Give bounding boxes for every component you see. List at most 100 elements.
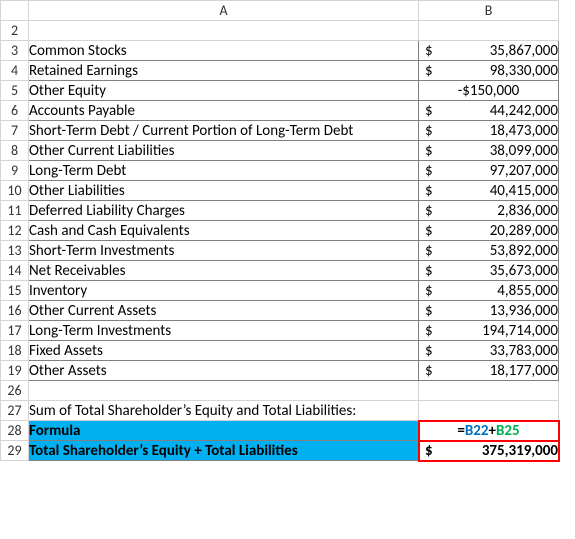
value-text: 20,289,000 <box>490 222 558 240</box>
row-header[interactable]: 5 <box>1 81 29 101</box>
label-cell[interactable]: Other Current Liabilities <box>29 141 419 161</box>
row-header[interactable]: 8 <box>1 141 29 161</box>
select-all-corner[interactable] <box>1 1 29 21</box>
dollar-icon: $ <box>425 122 433 140</box>
dollar-icon: $ <box>425 202 433 220</box>
dollar-icon: $ <box>425 62 433 80</box>
label-cell[interactable]: Retained Earnings <box>29 61 419 81</box>
formula-plus: + <box>489 422 496 440</box>
row-header[interactable]: 2 <box>1 21 29 41</box>
row-header[interactable]: 16 <box>1 301 29 321</box>
label-cell[interactable]: Other Liabilities <box>29 181 419 201</box>
formula-label-cell[interactable]: Formula <box>29 421 419 441</box>
label-cell[interactable] <box>29 21 419 41</box>
value-cell[interactable]: $53,892,000 <box>419 241 559 261</box>
value-cell[interactable]: $98,330,000 <box>419 61 559 81</box>
formula-equals: = <box>457 422 464 440</box>
row-header[interactable]: 11 <box>1 201 29 221</box>
value-cell[interactable]: $4,855,000 <box>419 281 559 301</box>
value-text: 33,783,000 <box>490 342 558 360</box>
sum-description-cell[interactable]: Sum of Total Shareholder’s Equity and To… <box>29 401 419 421</box>
dollar-icon: $ <box>425 142 433 160</box>
row-header[interactable]: 19 <box>1 361 29 381</box>
label-cell[interactable]: Common Stocks <box>29 41 419 61</box>
value-cell[interactable]: $194,714,000 <box>419 321 559 341</box>
row-header[interactable]: 15 <box>1 281 29 301</box>
dollar-icon: $ <box>425 342 433 360</box>
label-cell[interactable]: Short-Term Debt / Current Portion of Lon… <box>29 121 419 141</box>
value-text: 35,867,000 <box>490 42 558 60</box>
dollar-icon: $ <box>425 242 433 260</box>
value-text: 18,177,000 <box>490 362 558 380</box>
value-cell[interactable]: $18,473,000 <box>419 121 559 141</box>
label-cell[interactable]: Cash and Cash Equivalents <box>29 221 419 241</box>
label-cell[interactable]: Long-Term Debt <box>29 161 419 181</box>
dollar-icon: $ <box>425 442 433 460</box>
value-cell[interactable]: $33,783,000 <box>419 341 559 361</box>
value-cell[interactable]: $18,177,000 <box>419 361 559 381</box>
value-text: 97,207,000 <box>490 162 558 180</box>
row-header[interactable]: 9 <box>1 161 29 181</box>
column-header-b[interactable]: B <box>419 1 559 21</box>
value-cell[interactable]: $2,836,000 <box>419 201 559 221</box>
value-text: 40,415,000 <box>490 182 558 200</box>
row-header[interactable]: 7 <box>1 121 29 141</box>
row-header[interactable]: 29 <box>1 441 29 461</box>
formula-cell[interactable]: =B22+B25 <box>419 421 559 441</box>
label-cell[interactable]: Other Current Assets <box>29 301 419 321</box>
label-cell[interactable]: Long-Term Investments <box>29 321 419 341</box>
value-text: 35,673,000 <box>490 262 558 280</box>
value-text: 18,473,000 <box>490 122 558 140</box>
total-value-cell[interactable]: $ 375,319,000 <box>419 441 559 461</box>
row-header[interactable]: 4 <box>1 61 29 81</box>
total-label-cell[interactable]: Total Shareholder’s Equity + Total Liabi… <box>29 441 419 461</box>
row-header[interactable]: 26 <box>1 381 29 401</box>
value-cell[interactable]: $35,673,000 <box>419 261 559 281</box>
value-cell[interactable]: $38,099,000 <box>419 141 559 161</box>
label-cell[interactable]: Net Receivables <box>29 261 419 281</box>
cell-ref-b25: B25 <box>496 422 520 440</box>
column-header-a[interactable]: A <box>29 1 419 21</box>
row-header[interactable]: 6 <box>1 101 29 121</box>
label-cell[interactable]: Accounts Payable <box>29 101 419 121</box>
label-cell[interactable]: Other Assets <box>29 361 419 381</box>
label-cell[interactable]: Inventory <box>29 281 419 301</box>
value-cell[interactable]: $44,242,000 <box>419 101 559 121</box>
dollar-icon: $ <box>425 102 433 120</box>
cell[interactable] <box>419 401 559 421</box>
value-text: 98,330,000 <box>490 62 558 80</box>
value-cell[interactable] <box>419 21 559 41</box>
row-header[interactable]: 13 <box>1 241 29 261</box>
value-text: 194,714,000 <box>482 322 558 340</box>
row-header[interactable]: 14 <box>1 261 29 281</box>
cell[interactable] <box>29 381 419 401</box>
value-text: 44,242,000 <box>490 102 558 120</box>
value-text: 2,836,000 <box>497 202 558 220</box>
label-cell[interactable]: Other Equity <box>29 81 419 101</box>
value-text: 38,099,000 <box>490 142 558 160</box>
row-header[interactable]: 12 <box>1 221 29 241</box>
row-header[interactable]: 28 <box>1 421 29 441</box>
spreadsheet-grid[interactable]: A B 23Common Stocks$35,867,0004Retained … <box>0 0 559 461</box>
row-header[interactable]: 17 <box>1 321 29 341</box>
value-text: -$150,000 <box>458 82 520 100</box>
cell-ref-b22: B22 <box>465 422 489 440</box>
row-header[interactable]: 10 <box>1 181 29 201</box>
label-cell[interactable]: Short-Term Investments <box>29 241 419 261</box>
cell[interactable] <box>419 381 559 401</box>
value-text: 13,936,000 <box>490 302 558 320</box>
row-header[interactable]: 3 <box>1 41 29 61</box>
dollar-icon: $ <box>425 182 433 200</box>
value-cell[interactable]: $35,867,000 <box>419 41 559 61</box>
row-header[interactable]: 27 <box>1 401 29 421</box>
value-cell[interactable]: $97,207,000 <box>419 161 559 181</box>
value-text: 53,892,000 <box>490 242 558 260</box>
value-cell[interactable]: -$150,000 <box>419 81 559 101</box>
value-cell[interactable]: $13,936,000 <box>419 301 559 321</box>
value-cell[interactable]: $20,289,000 <box>419 221 559 241</box>
row-header[interactable]: 18 <box>1 341 29 361</box>
label-cell[interactable]: Fixed Assets <box>29 341 419 361</box>
value-text: 4,855,000 <box>497 282 558 300</box>
label-cell[interactable]: Deferred Liability Charges <box>29 201 419 221</box>
value-cell[interactable]: $40,415,000 <box>419 181 559 201</box>
